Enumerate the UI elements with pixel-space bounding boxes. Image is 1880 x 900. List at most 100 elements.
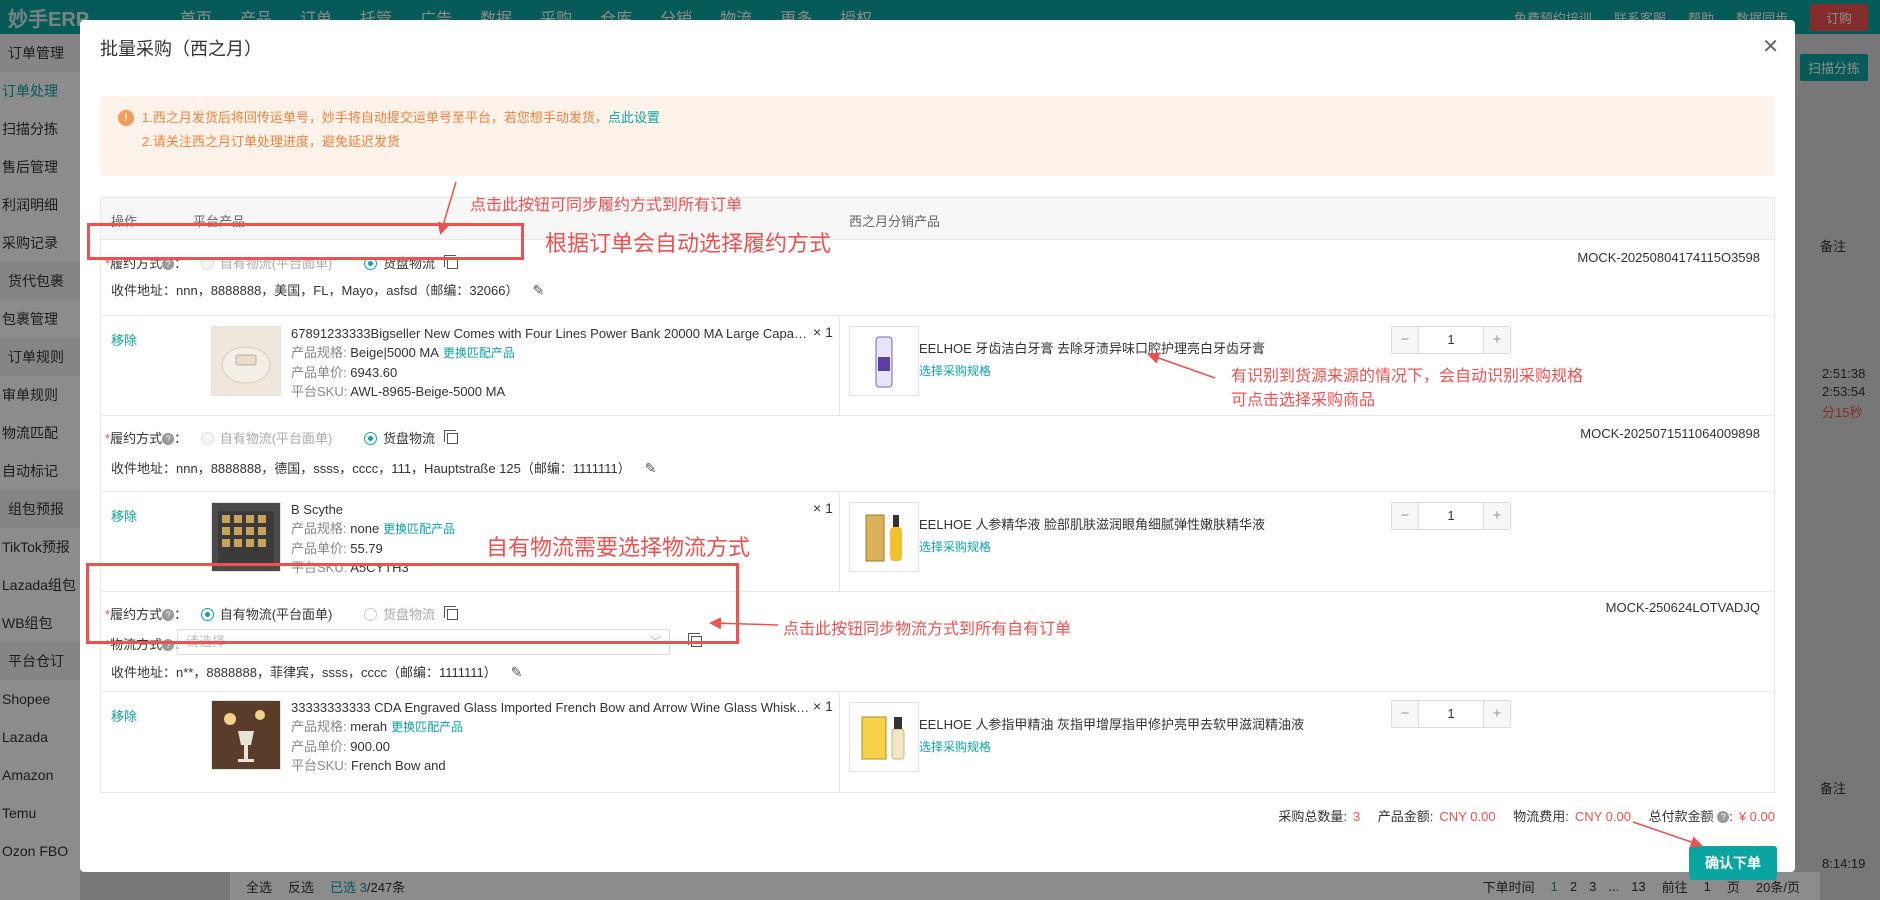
order-number: MOCK-20250804174115O3598: [1577, 250, 1760, 265]
product-title: B Scythe: [291, 502, 344, 517]
summary-footer: 采购总数量: 3 产品金额: CNY 0.00 物流费用: CNY 0.00 总付款金…: [1278, 809, 1775, 824]
fulfill-label: 履约方式: [110, 431, 163, 446]
price-label: 产品单价:: [291, 541, 347, 556]
column-divider: [839, 692, 840, 792]
sku-value: French Bow and: [350, 758, 446, 773]
remove-button[interactable]: 移除: [111, 330, 137, 349]
annotation-box-own-logistics: [86, 563, 739, 644]
fulfill-row: *履约方式?： 自有物流(平台面单) 货盘物流: [105, 428, 458, 447]
own-logistics-radio[interactable]: 自有物流(平台面单): [200, 431, 333, 446]
warning-icon: !: [118, 110, 134, 126]
column-divider: [839, 492, 840, 592]
price-value: 55.79: [350, 541, 383, 556]
col-distribution-product: 西之月分销产品: [849, 214, 941, 229]
increment-button[interactable]: +: [1484, 701, 1510, 727]
product-amount-value: CNY 0.00: [1439, 809, 1496, 824]
address-text: 收件地址：nnn，8888888，美国，FL，Mayo，asfsd（邮编：320…: [111, 283, 519, 298]
product-info: 33333333333 CDA Engraved Glass Imported …: [291, 698, 811, 775]
help-icon: ?: [1717, 811, 1730, 823]
change-match-link[interactable]: 更换匹配产品: [443, 346, 515, 360]
annotation-sync-method: 点击此按钮同步物流方式到所有自有订单: [783, 621, 1072, 638]
own-logistics-label: 自有物流(平台面单): [219, 431, 333, 446]
choose-spec-link[interactable]: 选择采购规格: [919, 736, 1304, 758]
price-label: 产品单价:: [291, 365, 347, 380]
settings-link[interactable]: 点此设置: [608, 110, 660, 125]
order-group-header: *履约方式?： 自有物流(平台面单) 货盘物流 MOCK-20250715110…: [101, 416, 1774, 492]
edit-icon[interactable]: ✎: [511, 664, 523, 681]
order-product-row: 移除 33333333333 CDA Engraved Glass Import…: [101, 692, 1774, 792]
price-label: 产品单价:: [291, 739, 347, 754]
spec-value: Beige|5000 MA: [350, 345, 439, 360]
notice-line-1: 1.西之月发货后将回传运单号，妙手将自动提交运单号至平台，若您想手动发货，: [142, 110, 608, 125]
purchase-table: 操作 平台产品 西之月分销产品 *履约方式?： 自有物流(平台面单) 货盘物流 …: [100, 197, 1775, 793]
total-qty-value: 3: [1352, 809, 1361, 824]
change-match-link[interactable]: 更换匹配产品: [383, 522, 455, 536]
quantity-value[interactable]: 1: [1418, 503, 1484, 529]
product-qty: × 1: [813, 698, 833, 714]
sync-fulfill-copy-icon[interactable]: [443, 430, 458, 444]
product-image: [211, 700, 281, 770]
edit-icon[interactable]: ✎: [645, 460, 657, 477]
spec-label: 产品规格:: [291, 719, 347, 734]
change-match-link[interactable]: 更换匹配产品: [391, 720, 463, 734]
annotation-auto-spec-1: 有识别到货源来源的情况下，会自动识别采购规格: [1231, 368, 1584, 385]
spec-value: none: [350, 521, 380, 536]
total-pay-value: ¥ 0.00: [1738, 809, 1775, 824]
spec-value: merah: [350, 719, 388, 734]
increment-button[interactable]: +: [1484, 503, 1510, 529]
help-icon: ?: [162, 433, 175, 445]
product-image: [211, 502, 281, 572]
product-amount-label: 产品金额:: [1377, 809, 1434, 824]
spec-label: 产品规格:: [291, 345, 347, 360]
order-number: MOCK-250624LOTVADJQ: [1605, 600, 1760, 615]
product-qty: × 1: [813, 500, 833, 516]
supplier-info: EELHOE 人参指甲精油 灰指甲增厚指甲修护亮甲去软甲滋润精油液 选择采购规格: [919, 714, 1304, 758]
annotation-sync-fulfill: 点击此按钮可同步履约方式到所有订单: [470, 197, 743, 214]
shipping-address: 收件地址：n**，8888888，菲律宾，ssss，cccc（邮编：111111…: [111, 662, 523, 681]
choose-spec-link[interactable]: 选择采购规格: [919, 360, 1265, 382]
supplier-info: EELHOE 人参精华液 脸部肌肤滋润眼角细腻弹性嫩肤精华液 选择采购规格: [919, 514, 1265, 558]
address-text: 收件地址：n**，8888888，菲律宾，ssss，cccc（邮编：111111…: [111, 665, 497, 680]
close-icon[interactable]: ✕: [1762, 34, 1779, 59]
batch-purchase-modal: 批量采购（西之月） ✕ ! 1.西之月发货后将回传运单号，妙手将自动提交运单号至…: [80, 20, 1795, 880]
product-info: 67891233333Bigseller New Comes with Four…: [291, 324, 811, 401]
decrement-button[interactable]: −: [1392, 701, 1418, 727]
shipping-fee-label: 物流费用:: [1513, 809, 1569, 824]
supply-logistics-label: 货盘物流: [383, 431, 436, 446]
shipping-fee-value: CNY 0.00: [1574, 809, 1631, 824]
supplier-info: EELHOE 牙齿洁白牙膏 去除牙渍异味口腔护理亮白牙齿牙膏 选择采购规格: [919, 338, 1265, 382]
product-title: 33333333333 CDA Engraved Glass Imported …: [291, 700, 811, 715]
product-qty: × 1: [813, 324, 833, 340]
annotation-auto-fulfill: 根据订单会自动选择履约方式: [545, 231, 832, 256]
decrement-button[interactable]: −: [1392, 327, 1418, 353]
address-text: 收件地址：nnn，8888888，德国，ssss，cccc，111，Haupts…: [111, 461, 631, 476]
annotation-own-need-method: 自有物流需要选择物流方式: [486, 535, 751, 560]
shipping-address: 收件地址：nnn，8888888，美国，FL，Mayo，asfsd（邮编：320…: [111, 280, 544, 299]
column-divider: [839, 316, 840, 416]
product-title: 67891233333Bigseller New Comes with Four…: [291, 326, 811, 341]
choose-spec-link[interactable]: 选择采购规格: [919, 536, 1265, 558]
supply-logistics-radio[interactable]: 货盘物流: [364, 431, 435, 446]
quantity-stepper[interactable]: − 1 +: [1391, 502, 1511, 530]
product-image: [211, 326, 281, 396]
decrement-button[interactable]: −: [1392, 503, 1418, 529]
remove-button[interactable]: 移除: [111, 506, 137, 525]
quantity-stepper[interactable]: − 1 +: [1391, 700, 1511, 728]
supplier-image: [849, 326, 919, 396]
increment-button[interactable]: +: [1484, 327, 1510, 353]
modal-title: 批量采购（西之月）: [100, 39, 262, 59]
annotation-auto-spec-2: 可点击选择采购商品: [1231, 392, 1376, 409]
remove-button[interactable]: 移除: [111, 706, 137, 725]
supplier-title: EELHOE 人参精华液 脸部肌肤滋润眼角细腻弹性嫩肤精华液: [919, 517, 1265, 532]
order-number: MOCK-2025071511064009898: [1580, 426, 1760, 441]
sku-value: AWL-8965-Beige-5000 MA: [350, 384, 506, 399]
total-qty-label: 采购总数量:: [1278, 809, 1347, 824]
supplier-title: EELHOE 人参指甲精油 灰指甲增厚指甲修护亮甲去软甲滋润精油液: [919, 717, 1304, 732]
spec-label: 产品规格:: [291, 521, 347, 536]
confirm-order-button[interactable]: 确认下单: [1689, 846, 1777, 880]
quantity-value[interactable]: 1: [1418, 701, 1484, 727]
edit-icon[interactable]: ✎: [532, 282, 544, 299]
quantity-stepper[interactable]: − 1 +: [1391, 326, 1511, 354]
quantity-value[interactable]: 1: [1418, 327, 1484, 353]
notice-banner: ! 1.西之月发货后将回传运单号，妙手将自动提交运单号至平台，若您想手动发货，点…: [100, 96, 1775, 176]
